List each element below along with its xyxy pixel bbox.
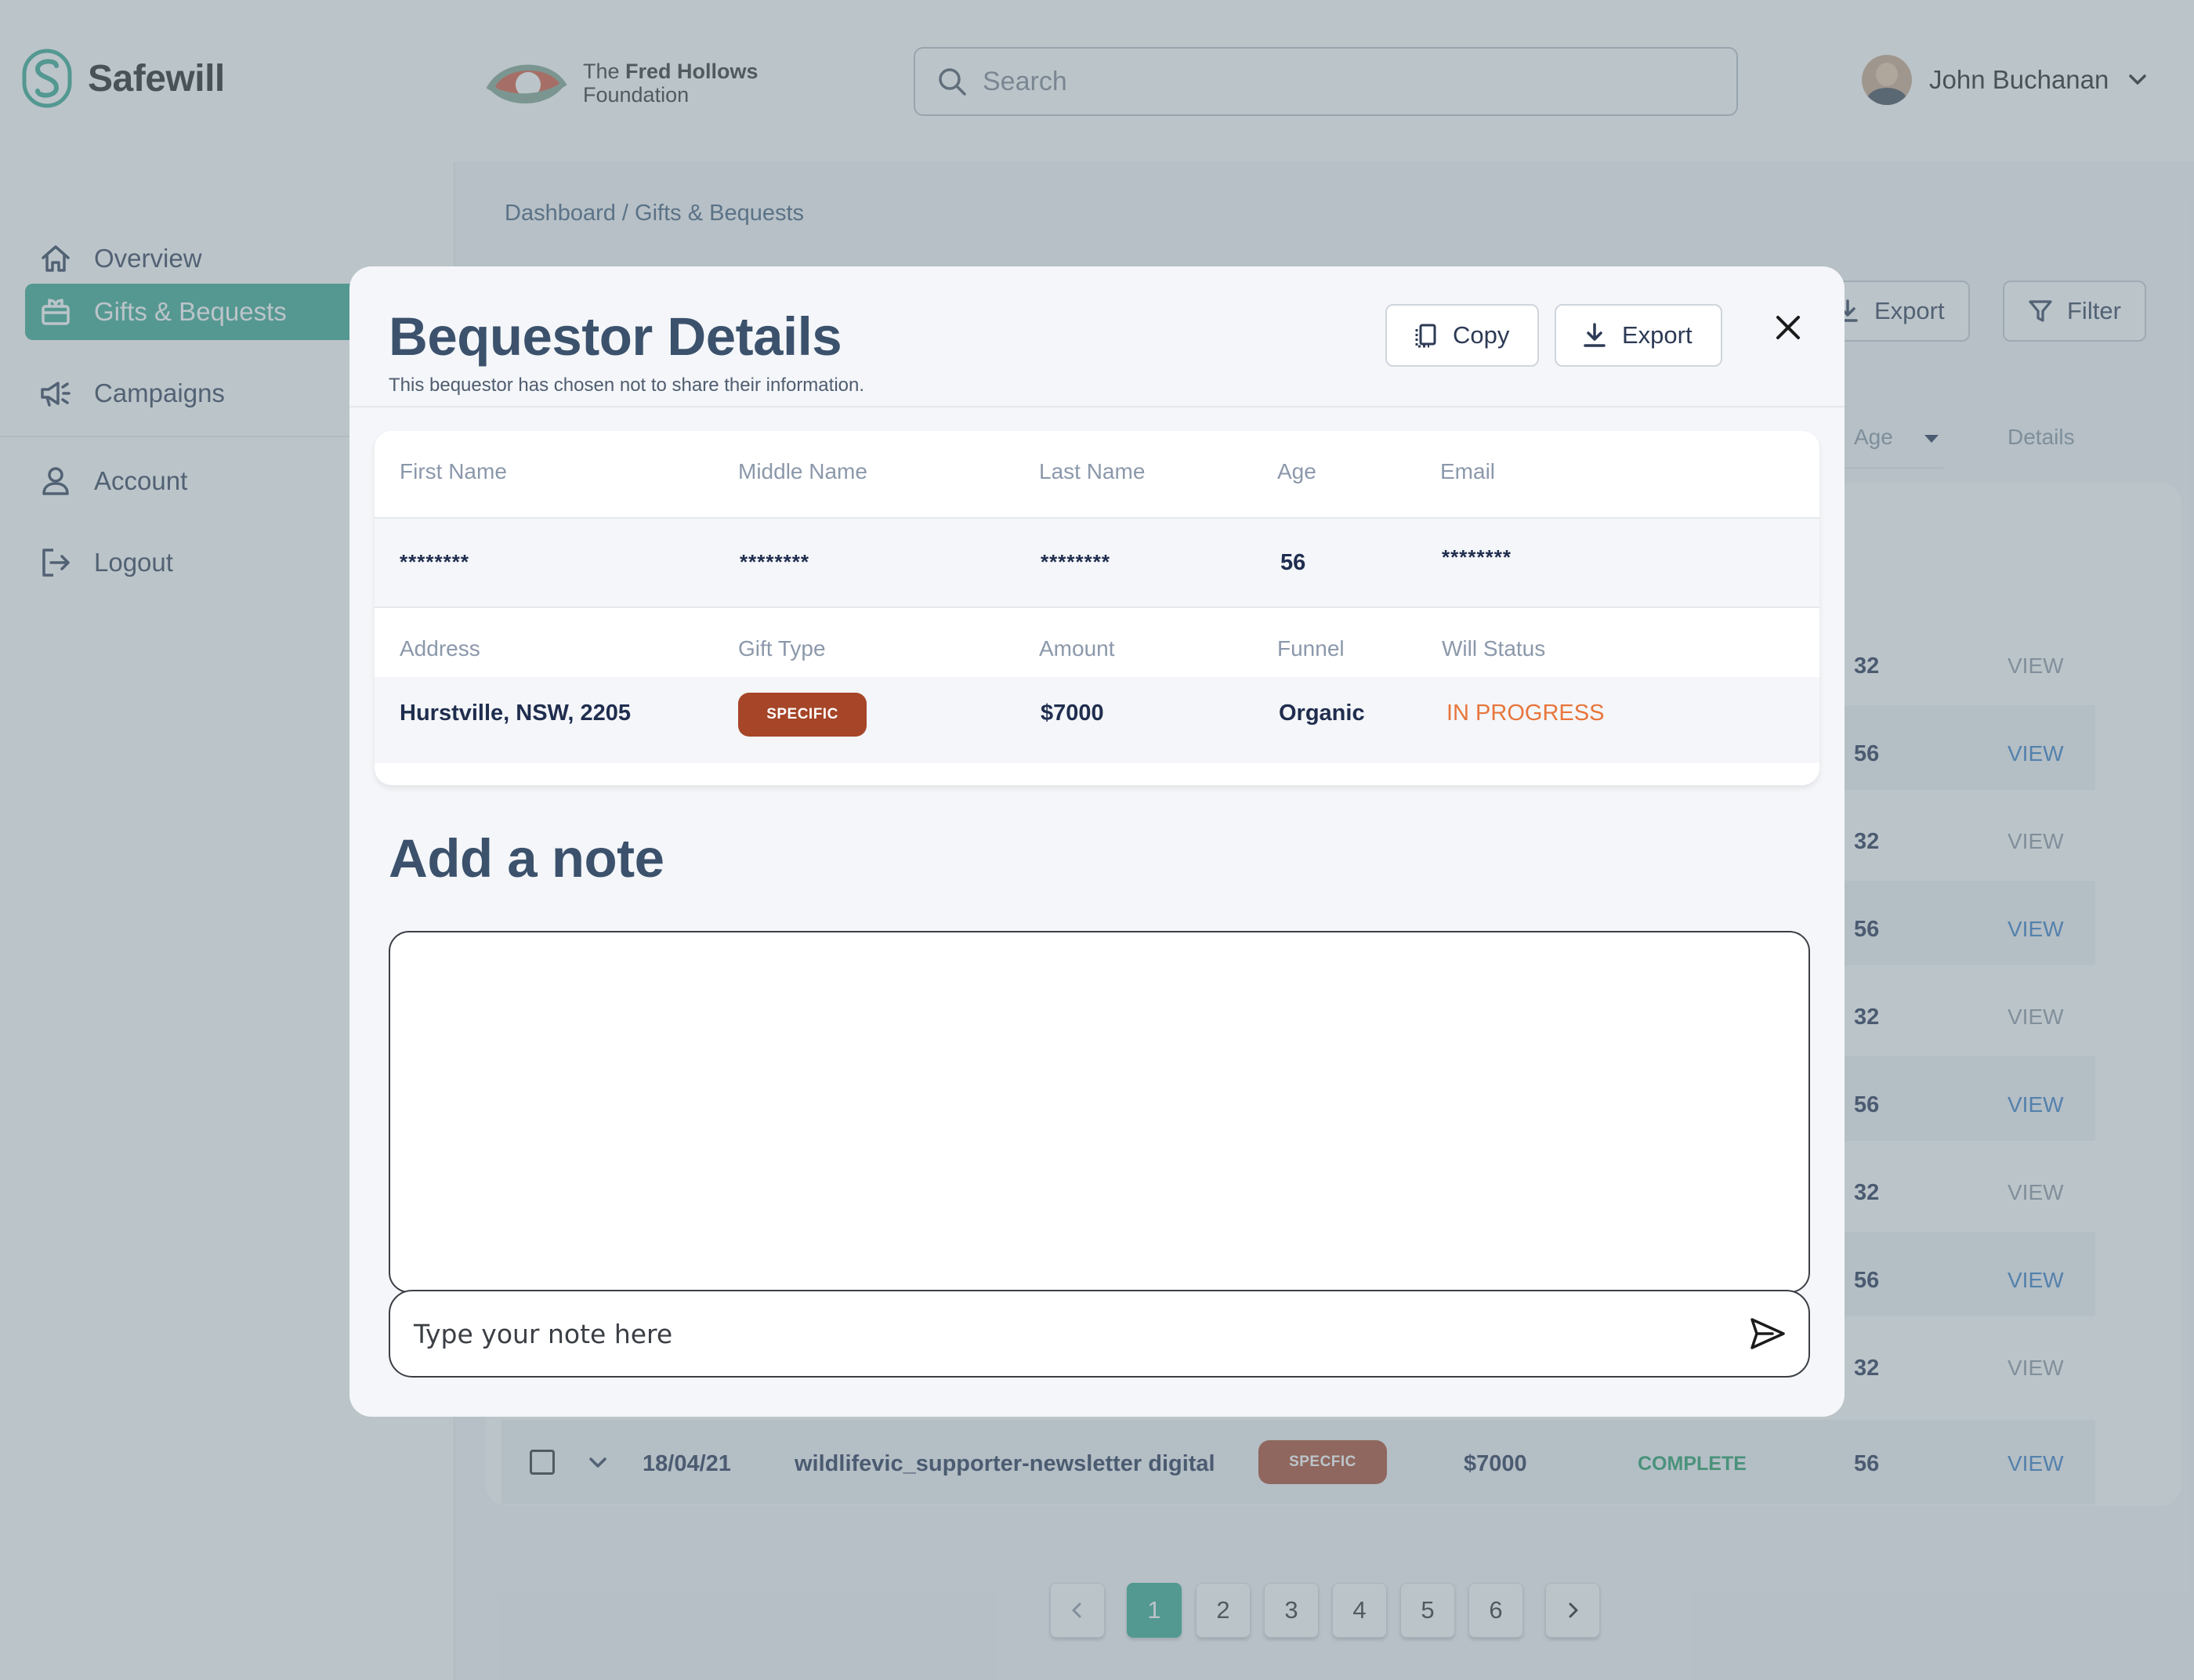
first-name-label: First Name (400, 459, 507, 483)
address-label: Address (400, 636, 480, 661)
info-divider (375, 606, 1819, 608)
add-note-title: Add a note (389, 828, 664, 889)
email-label: Email (1440, 459, 1496, 483)
first-name-value: ******** (400, 550, 469, 574)
note-input[interactable]: Type your note here (389, 1290, 1810, 1378)
age-value: 56 (1280, 550, 1306, 575)
close-button[interactable] (1766, 306, 1810, 349)
close-icon (1776, 316, 1800, 339)
funnel-label: Funnel (1277, 636, 1345, 661)
will-status-label: Will Status (1442, 636, 1546, 661)
notes-history-area (389, 931, 1810, 1293)
copy-icon (1415, 324, 1436, 348)
address-value: Hurstville, NSW, 2205 (400, 701, 631, 726)
last-name-label: Last Name (1039, 459, 1146, 483)
last-name-value: ******** (1041, 550, 1110, 574)
send-icon[interactable] (1749, 1315, 1787, 1352)
bequestor-info-card: First Name Middle Name Last Name Age Ema… (375, 431, 1819, 785)
copy-button-label: Copy (1453, 321, 1510, 349)
age-label: Age (1277, 459, 1316, 483)
modal-export-button[interactable]: Export (1555, 304, 1722, 367)
amount-value: $7000 (1041, 701, 1104, 726)
gift-type-pill: SPECIFIC (738, 693, 867, 737)
amount-label: Amount (1039, 636, 1115, 661)
modal-export-button-label: Export (1622, 321, 1693, 349)
gift-type-label: Gift Type (738, 636, 826, 661)
email-value: ******** (1442, 545, 1512, 569)
modal-header-divider (349, 406, 1845, 407)
will-status-value: IN PROGRESS (1446, 701, 1605, 726)
middle-name-value: ******** (740, 550, 809, 574)
modal-title: Bequestor Details (389, 306, 842, 367)
copy-button[interactable]: Copy (1385, 304, 1540, 367)
note-input-placeholder: Type your note here (414, 1318, 673, 1349)
modal-subtitle: This bequestor has chosen not to share t… (389, 375, 865, 396)
funnel-value: Organic (1279, 701, 1365, 726)
bequestor-details-modal: Bequestor Details This bequestor has cho… (349, 266, 1845, 1417)
middle-name-label: Middle Name (738, 459, 867, 483)
download-icon (1584, 323, 1606, 347)
gift-type-value: SPECIFIC (738, 693, 867, 737)
